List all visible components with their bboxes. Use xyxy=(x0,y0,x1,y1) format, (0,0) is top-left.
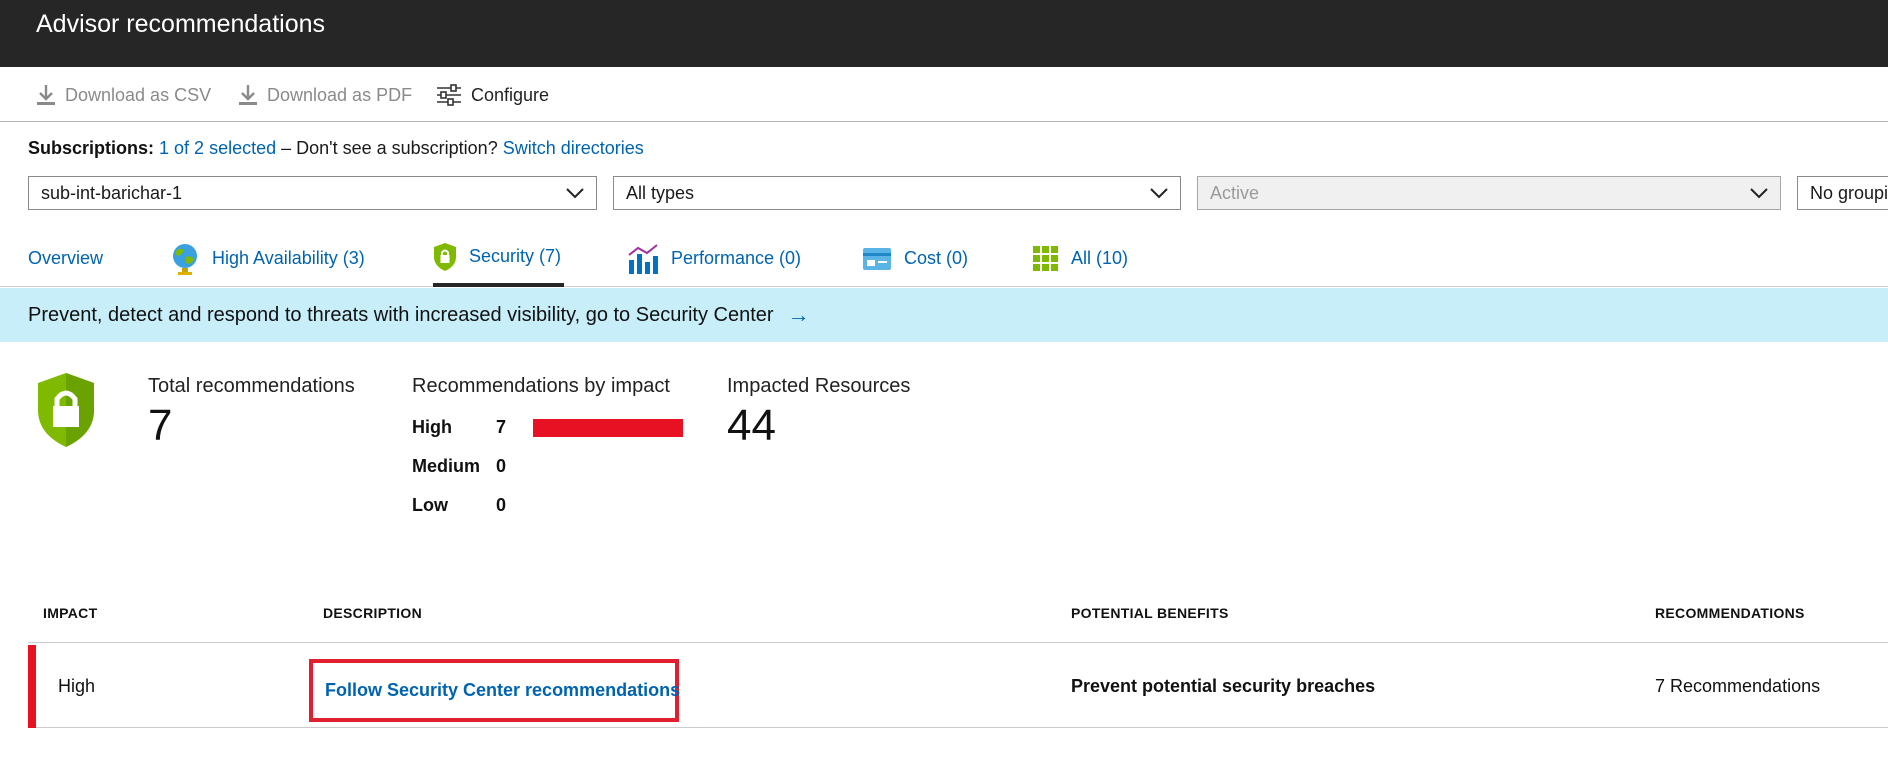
configure-button[interactable]: Configure xyxy=(436,81,549,109)
types-dropdown[interactable]: All types xyxy=(613,176,1181,210)
impacted-resources-label: Impacted Resources xyxy=(727,375,911,397)
security-shield-icon xyxy=(38,373,94,447)
subscriptions-line: Subscriptions: 1 of 2 selected – Don't s… xyxy=(28,138,644,159)
impact-low-count: 0 xyxy=(496,495,507,515)
tab-all[interactable]: All (10) xyxy=(1033,230,1128,287)
download-csv-label: Download as CSV xyxy=(65,84,212,105)
column-header-description[interactable]: DESCRIPTION xyxy=(323,605,422,621)
page-title: Advisor recommendations xyxy=(36,10,326,38)
tab-overview[interactable]: Overview xyxy=(28,230,103,287)
column-header-benefits[interactable]: POTENTIAL BENEFITS xyxy=(1071,605,1229,621)
card-icon xyxy=(863,247,891,270)
total-recommendations-label: Total recommendations xyxy=(148,375,355,397)
highlight-box: Follow Security Center recommendations xyxy=(309,659,680,722)
grouping-dropdown-value: No grouping xyxy=(1810,183,1888,203)
subscriptions-label: Subscriptions: xyxy=(28,138,155,158)
impact-stripe xyxy=(28,645,36,728)
security-center-banner[interactable]: Prevent, detect and respond to threats w… xyxy=(0,288,1888,342)
tab-high-availability[interactable]: High Availability (3) xyxy=(170,230,365,287)
globe-icon xyxy=(173,243,197,275)
switch-directories-link[interactable]: Switch directories xyxy=(503,138,644,158)
total-recommendations-value: 7 xyxy=(148,401,173,450)
tab-performance-label: Performance (0) xyxy=(671,248,802,268)
subscription-dropdown[interactable]: sub-int-barichar-1 xyxy=(28,176,597,210)
types-dropdown-value: All types xyxy=(626,183,695,203)
banner-text: Prevent, detect and respond to threats w… xyxy=(28,303,774,326)
configure-label: Configure xyxy=(471,84,550,105)
row-benefits: Prevent potential security breaches xyxy=(1071,676,1376,696)
title-bar: Advisor recommendations xyxy=(0,0,1888,67)
sliders-icon xyxy=(437,84,461,106)
subscriptions-selected-link[interactable]: 1 of 2 selected xyxy=(159,138,276,158)
tab-overview-label: Overview xyxy=(28,248,104,268)
toolbar: Download as CSV Download as PDF Configur… xyxy=(0,67,1888,122)
grouping-dropdown[interactable]: No grouping xyxy=(1797,176,1888,210)
download-pdf-button[interactable]: Download as PDF xyxy=(238,81,412,109)
subscription-dropdown-value: sub-int-barichar-1 xyxy=(41,183,183,203)
row-description-link[interactable]: Follow Security Center recommendations xyxy=(313,663,680,718)
download-csv-button[interactable]: Download as CSV xyxy=(36,81,211,109)
impact-high-label: High xyxy=(412,417,452,437)
impact-medium-count: 0 xyxy=(496,456,507,476)
download-pdf-label: Download as PDF xyxy=(267,84,413,105)
impact-medium-label: Medium xyxy=(412,456,481,476)
chevron-down-icon xyxy=(566,188,584,199)
chart-icon xyxy=(628,243,658,274)
tab-high-availability-label: High Availability (3) xyxy=(212,248,365,268)
column-header-impact[interactable]: IMPACT xyxy=(43,605,97,621)
tab-security[interactable]: Security (7) xyxy=(433,230,564,287)
status-dropdown-value: Active xyxy=(1210,183,1260,203)
impact-high-bar xyxy=(533,419,683,437)
table-header-divider xyxy=(28,642,1888,643)
row-recommendations[interactable]: 7 Recommendations xyxy=(1655,645,1820,728)
category-tabs: Overview High Availability (3) Security … xyxy=(0,230,1888,287)
download-icon xyxy=(37,85,55,105)
column-header-recommendations[interactable]: RECOMMENDATIONS xyxy=(1655,605,1805,621)
tab-cost-label: Cost (0) xyxy=(904,248,969,268)
status-dropdown[interactable]: Active xyxy=(1197,176,1781,210)
shield-icon xyxy=(434,242,456,271)
chevron-down-icon xyxy=(1150,188,1168,199)
arrow-right-icon: → xyxy=(787,302,810,327)
table-row[interactable]: High Follow Security Center recommendati… xyxy=(28,645,1888,728)
tab-all-label: All (10) xyxy=(1071,248,1129,268)
tab-performance[interactable]: Performance (0) xyxy=(627,230,801,287)
impacted-resources-value: 44 xyxy=(727,401,776,450)
subscriptions-prompt: – Don't see a subscription? xyxy=(281,138,498,158)
tab-security-label: Security (7) xyxy=(469,246,562,266)
impact-summary-label: Recommendations by impact xyxy=(412,375,670,397)
tab-cost[interactable]: Cost (0) xyxy=(862,230,968,287)
chevron-down-icon xyxy=(1750,188,1768,199)
download-icon xyxy=(239,85,257,105)
row-impact: High xyxy=(58,676,96,696)
impact-low-label: Low xyxy=(412,495,448,515)
impact-high-count: 7 xyxy=(496,417,507,437)
grid-icon xyxy=(1033,245,1058,271)
